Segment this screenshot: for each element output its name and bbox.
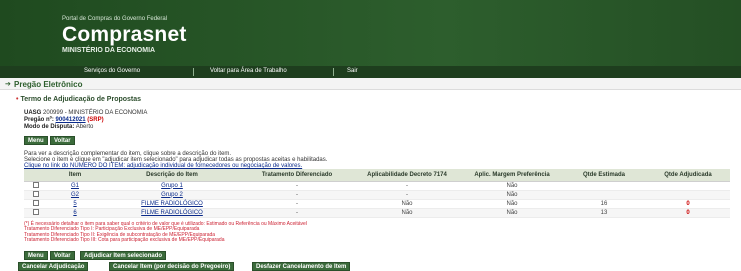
col-qtde-estimada: Qtde Estimada	[562, 169, 646, 182]
tratamento-cell: -	[242, 181, 352, 191]
item-number-link[interactable]: 6	[73, 210, 76, 216]
section-arrow-icon: ➔	[5, 81, 11, 88]
modo-line: Modo de Disputa: Aberto	[24, 124, 93, 130]
col-select	[24, 169, 48, 182]
pregao-label: Pregão nº:	[24, 117, 54, 123]
voltar-button-bottom[interactable]: Voltar	[50, 251, 75, 260]
modo-label: Modo de Disputa:	[24, 124, 75, 130]
subtitle: • Termo de Adjudicação de Propostas	[16, 96, 141, 103]
qtde-estimada-cell: 16	[562, 199, 646, 209]
col-margem: Aplic. Margem Preferência	[462, 169, 562, 182]
qtde-estimada-cell: 13	[562, 208, 646, 218]
nav-sair[interactable]: Sair	[347, 68, 358, 74]
col-qtde-adjudicada: Qtde Adjudicada	[646, 169, 730, 182]
qtde-adjudicada-cell: 0	[686, 200, 690, 207]
uasg-value: 200999 - MINISTÉRIO DA ECONOMIA	[43, 110, 148, 116]
item-description-link[interactable]: FILME RADIOLÓGICO	[141, 201, 203, 207]
section-bar: ➔ Pregão Eletrônico	[0, 78, 741, 90]
tratamento-cell: -	[242, 208, 352, 218]
ministry-name: MINISTÉRIO DA ECONOMIA	[62, 47, 156, 54]
cancelar-adjudicacao-button[interactable]: Cancelar Adjudicação	[18, 262, 89, 271]
margem-cell: Não	[462, 190, 562, 200]
adjudicar-item-button[interactable]: Adjudicar Item selecionado	[80, 251, 167, 260]
item-description-link[interactable]: FILME RADIOLÓGICO	[141, 210, 203, 216]
table-row: 5 FILME RADIOLÓGICO - Não Não 16 0	[24, 199, 730, 209]
nav-servicos-governo[interactable]: Serviços do Governo	[84, 68, 140, 74]
nav-separator	[333, 68, 334, 76]
tratamento-cell: -	[242, 190, 352, 200]
page-title: Pregão Eletrônico	[14, 80, 83, 89]
bullet-icon: •	[16, 96, 19, 103]
desfazer-cancelamento-button[interactable]: Desfazer Cancelamento de Item	[252, 262, 351, 271]
item-number-link[interactable]: G1	[71, 183, 79, 189]
legend-line: Tratamento Diferenciado Tipo III: Cota p…	[24, 237, 225, 244]
item-description-link[interactable]: Grupo 2	[161, 192, 183, 198]
cancelar-item-button[interactable]: Cancelar Item (por decisão do Pregoeiro)	[109, 262, 235, 271]
legend-notes: (*) É necessário detalhar o item para sa…	[24, 221, 307, 244]
table-row: 6 FILME RADIOLÓGICO - Não Não 13 0	[24, 208, 730, 218]
voltar-button[interactable]: Voltar	[50, 136, 75, 145]
menu-button-bottom[interactable]: Menu	[24, 251, 48, 260]
row-checkbox[interactable]	[33, 209, 39, 216]
item-number-link[interactable]: G2	[71, 192, 79, 198]
row-checkbox[interactable]	[33, 200, 39, 207]
portal-caption: Portal de Compras do Governo Federal	[62, 16, 168, 22]
item-description-link[interactable]: Grupo 1	[161, 183, 183, 189]
nav-voltar-area-trabalho[interactable]: Voltar para Área de Trabalho	[210, 68, 287, 74]
items-table: Item Descrição do Item Tratamento Difere…	[24, 169, 730, 218]
pregao-suffix: (SRP)	[87, 117, 104, 123]
row-checkbox[interactable]	[33, 191, 39, 198]
uasg-line: UASG 200999 - MINISTÉRIO DA ECONOMIA	[24, 110, 147, 116]
item-number-link[interactable]: 5	[73, 201, 76, 207]
aplicabilidade-cell: Não	[352, 208, 462, 218]
uasg-label: UASG	[24, 110, 42, 116]
margem-cell: Não	[462, 199, 562, 209]
menu-button[interactable]: Menu	[24, 136, 48, 145]
qtde-estimada-cell	[562, 190, 646, 200]
col-tratamento: Tratamento Diferenciado	[242, 169, 352, 182]
site-title[interactable]: Comprasnet	[62, 23, 187, 47]
col-descricao: Descrição do Item	[102, 169, 242, 182]
modo-value: Aberto	[75, 124, 94, 130]
table-row: G2 Grupo 2 - - Não	[24, 190, 730, 200]
nav-separator	[193, 68, 194, 76]
aplicabilidade-cell: Não	[352, 199, 462, 209]
aplicabilidade-cell: -	[352, 181, 462, 191]
margem-cell: Não	[462, 181, 562, 191]
aplicabilidade-cell: -	[352, 190, 462, 200]
col-aplicabilidade: Aplicabilidade Decreto 7174	[352, 169, 462, 182]
tratamento-cell: -	[242, 199, 352, 209]
col-item: Item	[48, 169, 102, 182]
qtde-adjudicada-cell: 0	[686, 209, 690, 216]
margem-cell: Não	[462, 208, 562, 218]
table-header-row: Item Descrição do Item Tratamento Difere…	[24, 169, 730, 182]
pregao-line: Pregão nº: 900412021 (SRP)	[24, 117, 104, 123]
subtitle-text: Termo de Adjudicação de Propostas	[20, 96, 142, 103]
site-header: Portal de Compras do Governo Federal Com…	[0, 0, 741, 66]
qtde-estimada-cell	[562, 181, 646, 191]
pregao-number-link[interactable]: 900412021	[56, 117, 86, 123]
top-navbar: Serviços do Governo Voltar para Área de …	[0, 66, 741, 78]
table-row: G1 Grupo 1 - - Não	[24, 181, 730, 191]
row-checkbox[interactable]	[33, 182, 39, 189]
